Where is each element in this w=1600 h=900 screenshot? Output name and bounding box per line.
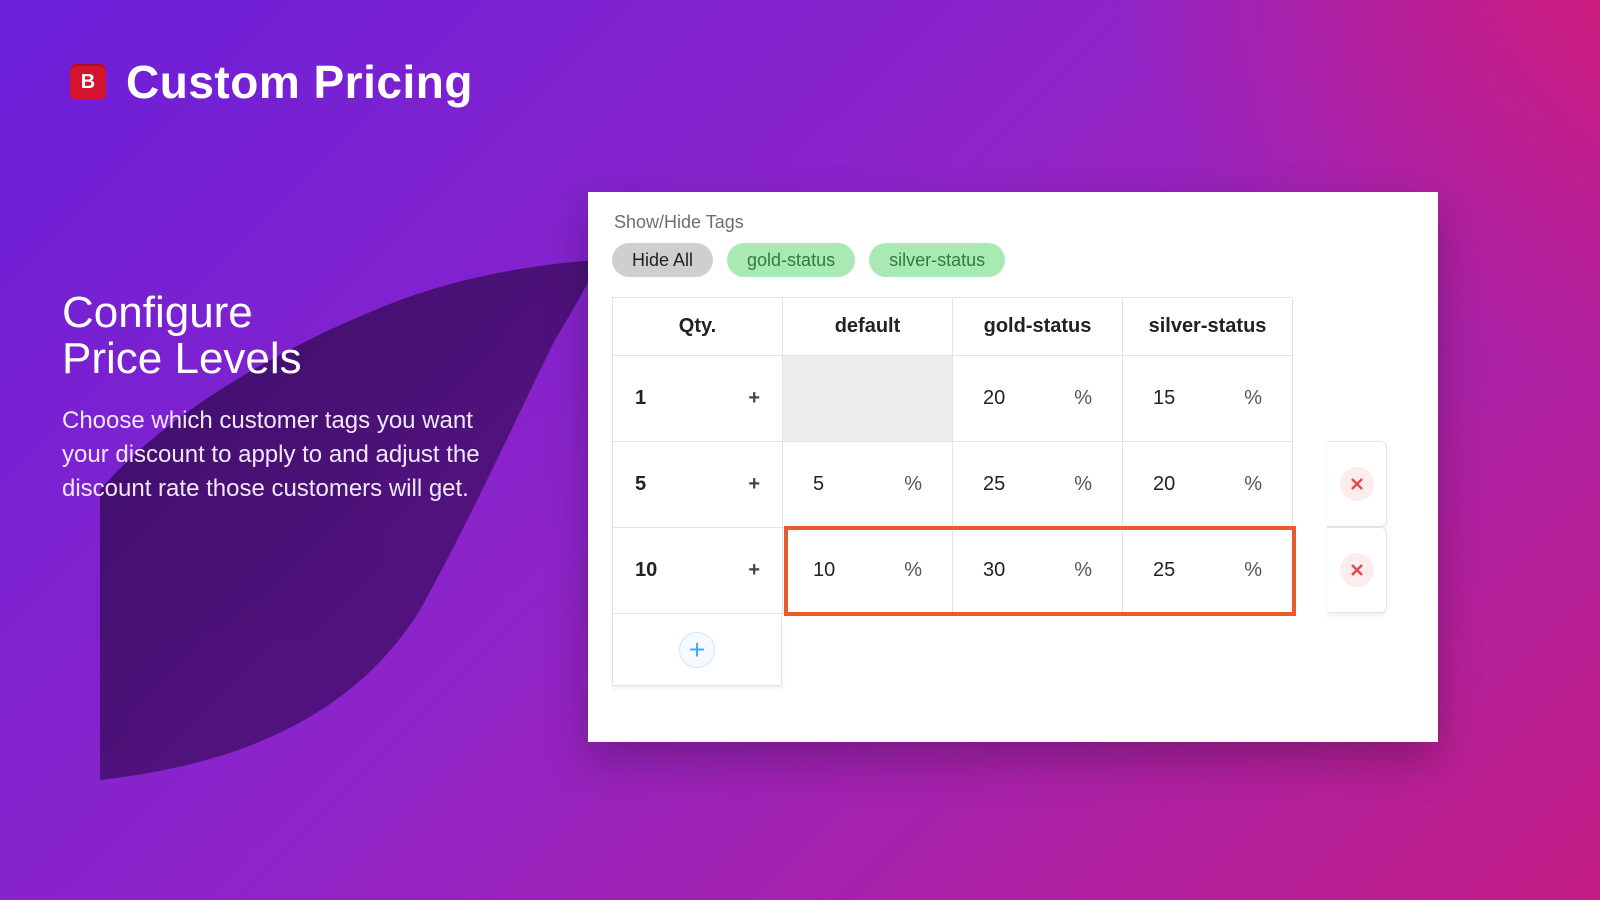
default-cell[interactable]: 5 % xyxy=(783,442,953,528)
hero-heading-line2: Price Levels xyxy=(62,334,302,383)
gold-cell[interactable]: 30 % xyxy=(953,528,1123,614)
brand-header: B Custom Pricing xyxy=(70,55,473,109)
cell-value: 25 xyxy=(983,473,1005,496)
pricing-table-wrap: Qty. default gold-status silver-status 1… xyxy=(612,297,1438,686)
percent-unit: % xyxy=(1244,559,1262,582)
default-cell[interactable]: 10 % xyxy=(783,528,953,614)
hide-all-pill[interactable]: Hide All xyxy=(612,243,713,277)
cell-value: 20 xyxy=(1153,473,1175,496)
hero-copy: Configure Price Levels Choose which cust… xyxy=(62,290,492,505)
delete-row-3-wrap xyxy=(1327,527,1387,613)
cell-value: 25 xyxy=(1153,559,1175,582)
cell-value: 5 xyxy=(813,473,824,496)
qty-suffix: + xyxy=(748,559,760,582)
gold-cell[interactable]: 25 % xyxy=(953,442,1123,528)
percent-unit: % xyxy=(1074,559,1092,582)
percent-unit: % xyxy=(1244,473,1262,496)
marketing-slide: B Custom Pricing Configure Price Levels … xyxy=(0,0,1600,900)
qty-cell[interactable]: 1 + xyxy=(613,356,783,442)
page-title: Custom Pricing xyxy=(126,55,473,109)
qty-value: 1 xyxy=(635,387,646,410)
close-icon xyxy=(1340,467,1374,501)
pricing-panel: Show/Hide Tags Hide All gold-status silv… xyxy=(588,192,1438,742)
cell-value: 15 xyxy=(1153,387,1175,410)
th-gold: gold-status xyxy=(953,298,1123,356)
tag-pill-silver[interactable]: silver-status xyxy=(869,243,1005,277)
qty-value: 10 xyxy=(635,559,657,582)
silver-cell[interactable]: 25 % xyxy=(1123,528,1293,614)
qty-cell[interactable]: 5 + xyxy=(613,442,783,528)
add-row-container: + xyxy=(612,614,782,686)
percent-unit: % xyxy=(904,473,922,496)
th-qty: Qty. xyxy=(613,298,783,356)
delete-row-button[interactable] xyxy=(1327,441,1387,527)
close-icon xyxy=(1340,553,1374,587)
th-default: default xyxy=(783,298,953,356)
delete-row-button[interactable] xyxy=(1327,527,1387,613)
hero-heading: Configure Price Levels xyxy=(62,290,492,382)
percent-unit: % xyxy=(1244,387,1262,410)
qty-suffix: + xyxy=(748,473,760,496)
tag-pills: Hide All gold-status silver-status xyxy=(612,243,1438,277)
delete-row-2-wrap xyxy=(1327,441,1387,527)
qty-value: 5 xyxy=(635,473,646,496)
qty-cell[interactable]: 10 + xyxy=(613,528,783,614)
hero-heading-line1: Configure xyxy=(62,288,253,337)
silver-cell[interactable]: 20 % xyxy=(1123,442,1293,528)
cell-value: 20 xyxy=(983,387,1005,410)
brand-logo: B xyxy=(70,64,106,100)
tag-pill-gold[interactable]: gold-status xyxy=(727,243,855,277)
silver-cell[interactable]: 15 % xyxy=(1123,356,1293,442)
tags-section-label: Show/Hide Tags xyxy=(614,212,1438,233)
pricing-table: Qty. default gold-status silver-status 1… xyxy=(612,297,1292,614)
add-row-button[interactable]: + xyxy=(679,632,715,668)
percent-unit: % xyxy=(904,559,922,582)
cell-value: 10 xyxy=(813,559,835,582)
hero-body: Choose which customer tags you want your… xyxy=(62,404,492,505)
plus-icon: + xyxy=(689,634,705,666)
cell-value: 30 xyxy=(983,559,1005,582)
default-cell-blank[interactable] xyxy=(783,356,953,442)
percent-unit: % xyxy=(1074,387,1092,410)
gold-cell[interactable]: 20 % xyxy=(953,356,1123,442)
qty-suffix: + xyxy=(748,387,760,410)
percent-unit: % xyxy=(1074,473,1092,496)
th-silver: silver-status xyxy=(1123,298,1293,356)
